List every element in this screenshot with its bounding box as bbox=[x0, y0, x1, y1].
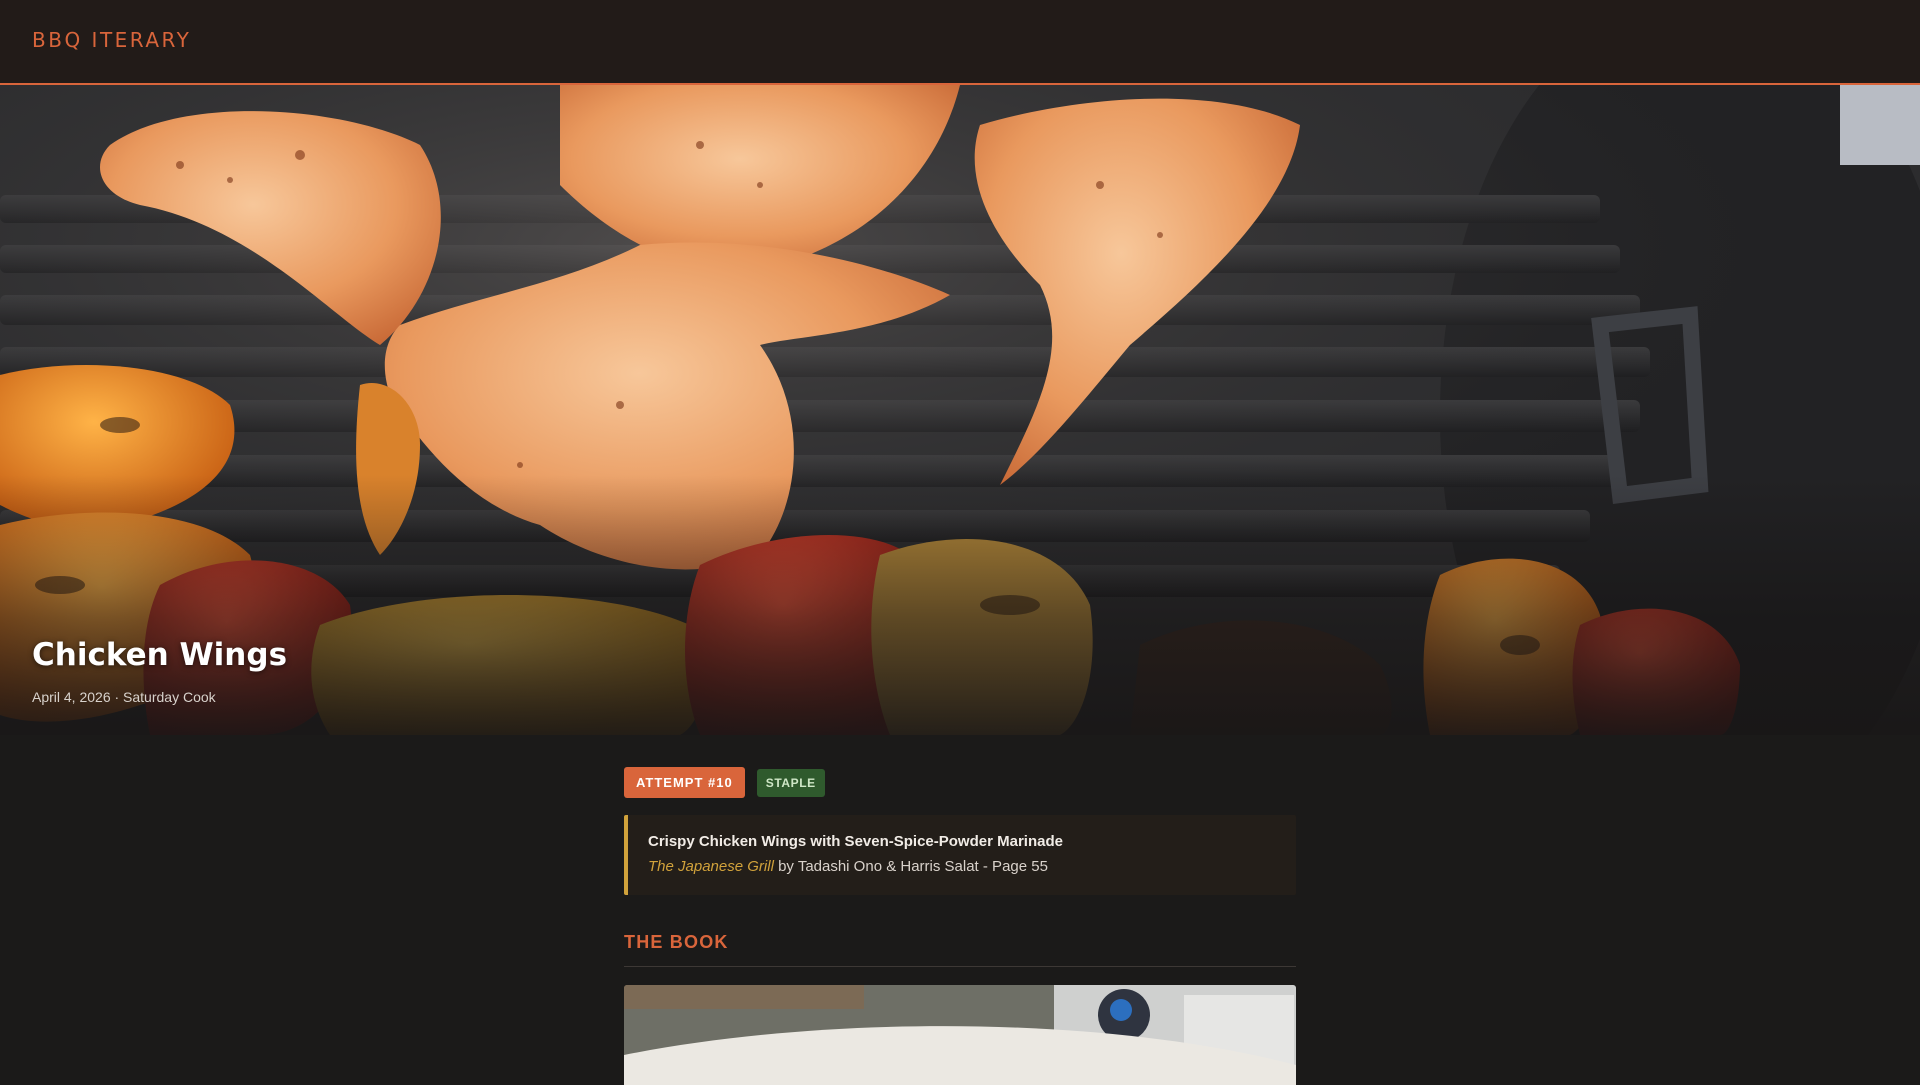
section-title-book: THE BOOK bbox=[624, 932, 729, 952]
book-photo bbox=[624, 985, 1296, 1085]
badge-row: ATTEMPT #10 STAPLE bbox=[624, 767, 825, 798]
hero-banner: Chicken Wings April 4, 2026 · Saturday C… bbox=[0, 85, 1920, 735]
recipe-source-line: The Japanese Grill by Tadashi Ono & Harr… bbox=[648, 858, 1048, 875]
attempt-badge: ATTEMPT #10 bbox=[624, 767, 745, 798]
recipe-title: Crispy Chicken Wings with Seven-Spice-Po… bbox=[648, 833, 1063, 850]
section-header-book: THE BOOK bbox=[624, 931, 1296, 967]
book-photo-image bbox=[624, 985, 1296, 1085]
staple-badge: STAPLE bbox=[756, 769, 825, 797]
recipe-source-card: Crispy Chicken Wings with Seven-Spice-Po… bbox=[624, 815, 1296, 895]
top-bar: BBQ ITERARY bbox=[0, 0, 1920, 85]
brand-logo-link[interactable]: BBQ ITERARY bbox=[32, 28, 191, 52]
cook-date-meta: April 4, 2026 · Saturday Cook bbox=[32, 689, 216, 705]
book-title: The Japanese Grill bbox=[648, 858, 774, 875]
page-title: Chicken Wings bbox=[32, 637, 288, 673]
hero-gradient-overlay bbox=[0, 475, 1920, 735]
book-author-page: by Tadashi Ono & Harris Salat - Page 55 bbox=[773, 858, 1048, 875]
